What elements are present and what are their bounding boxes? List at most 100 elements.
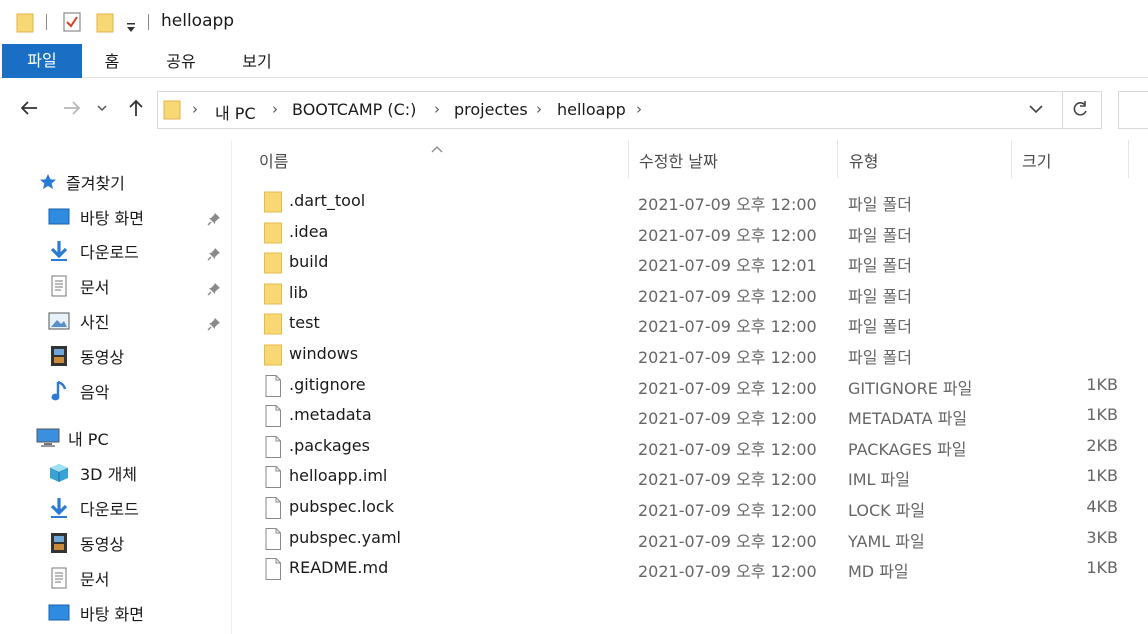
file-type: MD 파일	[848, 562, 909, 582]
title-separator	[46, 14, 47, 30]
table-row[interactable]: .dart_tool 2021-07-09 오후 12:00 파일 폴더	[232, 187, 1148, 217]
sidebar-item-label: 바탕 화면	[80, 605, 144, 624]
pin-icon[interactable]	[207, 316, 221, 331]
address-dropdown-button[interactable]	[1028, 101, 1044, 120]
table-row[interactable]: windows 2021-07-09 오후 12:00 파일 폴더	[232, 340, 1148, 370]
file-icon	[263, 374, 283, 398]
folder-icon	[263, 312, 283, 336]
column-divider[interactable]	[628, 140, 629, 178]
breadcrumb-separator[interactable]: ›	[636, 100, 642, 118]
3d-objects-icon	[48, 462, 70, 484]
sidebar-item-label: 즐겨찾기	[66, 174, 125, 193]
breadcrumb-separator[interactable]: ›	[434, 100, 440, 118]
column-header-size[interactable]: 크기	[1022, 148, 1051, 172]
sidebar-item-downloads[interactable]: 다운로드	[48, 237, 139, 265]
breadcrumb-this-pc[interactable]: 내 PC	[215, 100, 256, 124]
file-name: helloapp.iml	[289, 466, 388, 486]
sidebar-item-documents[interactable]: 문서	[48, 272, 109, 300]
sidebar-item-label: 내 PC	[68, 430, 109, 449]
sidebar-item-quick-access[interactable]: 즐겨찾기	[38, 168, 125, 196]
forward-button[interactable]	[60, 96, 84, 120]
up-button[interactable]	[124, 96, 148, 120]
sidebar-item-desktop[interactable]: 바탕 화면	[48, 203, 144, 231]
tab-home[interactable]: 홈	[86, 46, 138, 78]
file-icon	[263, 435, 283, 459]
table-row[interactable]: lib 2021-07-09 오후 12:00 파일 폴더	[232, 279, 1148, 309]
tab-view[interactable]: 보기	[228, 46, 286, 78]
picture-icon	[48, 310, 70, 332]
pin-icon[interactable]	[207, 246, 221, 261]
sidebar-item-label: 음악	[80, 383, 110, 402]
sidebar-item-documents-pc[interactable]: 문서	[48, 564, 109, 592]
chevron-down-icon	[1029, 105, 1043, 114]
file-size: 1KB	[1086, 466, 1118, 486]
file-type: 파일 폴더	[848, 286, 912, 306]
breadcrumb-separator[interactable]: ›	[272, 100, 278, 118]
sidebar-item-music[interactable]: 음악	[48, 377, 109, 405]
sidebar-item-this-pc[interactable]: 내 PC	[36, 424, 109, 452]
file-date: 2021-07-09 오후 12:01	[638, 256, 817, 276]
folder-icon[interactable]	[16, 12, 34, 38]
table-row[interactable]: pubspec.lock 2021-07-09 오후 12:00 LOCK 파일 4K…	[232, 493, 1148, 523]
computer-icon	[36, 427, 60, 449]
table-row[interactable]: README.md 2021-07-09 오후 12:00 MD 파일 1KB	[232, 554, 1148, 584]
sidebar-item-pictures[interactable]: 사진	[48, 307, 109, 335]
address-bar[interactable]: › 내 PC › BOOTCAMP (C:) › projectes › hel…	[157, 91, 1102, 129]
breadcrumb-drive[interactable]: BOOTCAMP (C:)	[292, 100, 416, 119]
column-divider[interactable]	[837, 140, 838, 178]
breadcrumb-separator[interactable]: ›	[536, 100, 542, 118]
file-type: 파일 폴더	[848, 317, 912, 337]
tab-file[interactable]: 파일	[2, 44, 82, 78]
sidebar-item-label: 다운로드	[80, 500, 139, 519]
sidebar-item-videos[interactable]: 동영상	[48, 342, 124, 370]
column-header-name[interactable]: 이름	[259, 148, 288, 172]
breadcrumb-projectes[interactable]: projectes	[454, 100, 528, 119]
column-header-type[interactable]: 유형	[849, 148, 878, 172]
pin-icon[interactable]	[207, 211, 221, 226]
video-icon	[48, 532, 70, 554]
table-row[interactable]: build 2021-07-09 오후 12:01 파일 폴더	[232, 248, 1148, 278]
sidebar-item-label: 사진	[80, 313, 110, 332]
table-row[interactable]: helloapp.iml 2021-07-09 오후 12:00 IML 파일 1KB	[232, 462, 1148, 492]
sidebar-item-label: 문서	[80, 570, 110, 589]
customize-toolbar-icon[interactable]	[125, 18, 137, 37]
tab-share[interactable]: 공유	[152, 46, 210, 78]
properties-icon[interactable]	[62, 11, 82, 37]
back-button[interactable]	[17, 96, 41, 120]
column-divider[interactable]	[1128, 140, 1129, 178]
document-icon	[48, 275, 70, 297]
refresh-button[interactable]	[1070, 99, 1090, 123]
breadcrumb-separator[interactable]: ›	[192, 100, 198, 118]
file-type: METADATA 파일	[848, 409, 968, 429]
sidebar-item-3d-objects[interactable]: 3D 개체	[48, 459, 137, 487]
table-row[interactable]: test 2021-07-09 오후 12:00 파일 폴더	[232, 309, 1148, 339]
file-name: README.md	[289, 558, 389, 578]
sidebar-item-label: 동영상	[80, 535, 125, 554]
pin-icon[interactable]	[207, 281, 221, 296]
search-input[interactable]	[1118, 91, 1148, 129]
file-date: 2021-07-09 오후 12:00	[638, 195, 817, 214]
address-divider	[1062, 92, 1063, 128]
new-folder-icon[interactable]	[96, 12, 114, 38]
table-row[interactable]: .packages 2021-07-09 오후 12:00 PACKAGES 파일 2…	[232, 432, 1148, 462]
file-date: 2021-07-09 오후 12:00	[638, 439, 817, 459]
file-icon	[263, 496, 283, 520]
table-row[interactable]: .metadata 2021-07-09 오후 12:00 METADATA 파일 1…	[232, 401, 1148, 431]
sidebar-item-videos-pc[interactable]: 동영상	[48, 529, 124, 557]
file-size: 1KB	[1086, 405, 1118, 425]
column-header-date[interactable]: 수정한 날짜	[639, 148, 718, 172]
recent-locations-button[interactable]	[94, 96, 110, 120]
refresh-icon	[1073, 101, 1087, 116]
file-name: test	[289, 313, 320, 333]
breadcrumb-helloapp[interactable]: helloapp	[557, 100, 626, 119]
document-icon	[48, 567, 70, 589]
table-row[interactable]: .idea 2021-07-09 오후 12:00 파일 폴더	[232, 218, 1148, 248]
sidebar-item-desktop-pc[interactable]: 바탕 화면	[48, 599, 144, 627]
table-row[interactable]: pubspec.yaml 2021-07-09 오후 12:00 YAML 파일 3K…	[232, 524, 1148, 554]
navigation-pane: 즐겨찾기 바탕 화면 다운로드 문서 사진 동영상 음악 내 PC 3D 개체 …	[0, 140, 232, 634]
sidebar-item-downloads-pc[interactable]: 다운로드	[48, 494, 139, 522]
file-size: 1KB	[1086, 558, 1118, 578]
table-row[interactable]: .gitignore 2021-07-09 오후 12:00 GITIGNORE 파…	[232, 371, 1148, 401]
desktop-icon	[48, 602, 70, 624]
column-divider[interactable]	[1011, 140, 1012, 178]
